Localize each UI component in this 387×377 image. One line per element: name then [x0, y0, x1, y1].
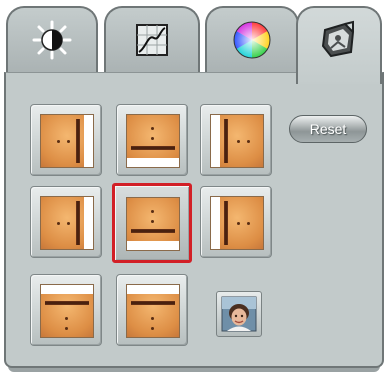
- preset-button-2[interactable]: [116, 104, 188, 176]
- preset-button-5[interactable]: [112, 183, 192, 263]
- preset-button-8[interactable]: [116, 274, 188, 346]
- preset-button-1[interactable]: [30, 104, 102, 176]
- preset-preview: [126, 197, 180, 251]
- curves-graph-icon: [136, 24, 168, 56]
- preset-button-6[interactable]: [200, 186, 272, 258]
- preset-preview: [210, 196, 264, 250]
- preset-button-3[interactable]: [200, 104, 272, 176]
- tab-brightness[interactable]: [6, 6, 98, 76]
- preset-button-4[interactable]: [30, 186, 102, 258]
- preset-preview: [40, 284, 94, 338]
- transform-panel-window: Reset: [0, 0, 387, 377]
- preset-preview: [126, 114, 180, 168]
- brightness-contrast-icon: [32, 20, 72, 60]
- transform-photo-icon: [321, 20, 355, 58]
- tab-transform[interactable]: [296, 6, 382, 84]
- color-wheel-icon: [233, 21, 271, 59]
- preset-preview: [126, 284, 180, 338]
- preset-preview: [40, 114, 94, 168]
- photo-preview-button[interactable]: [216, 291, 262, 337]
- portrait-photo-icon: [221, 296, 257, 332]
- preset-preview: [40, 196, 94, 250]
- reset-button[interactable]: Reset: [289, 115, 367, 143]
- preset-button-7[interactable]: [30, 274, 102, 346]
- tab-curves[interactable]: [104, 6, 200, 76]
- tab-color[interactable]: [205, 6, 299, 76]
- preset-preview: [210, 114, 264, 168]
